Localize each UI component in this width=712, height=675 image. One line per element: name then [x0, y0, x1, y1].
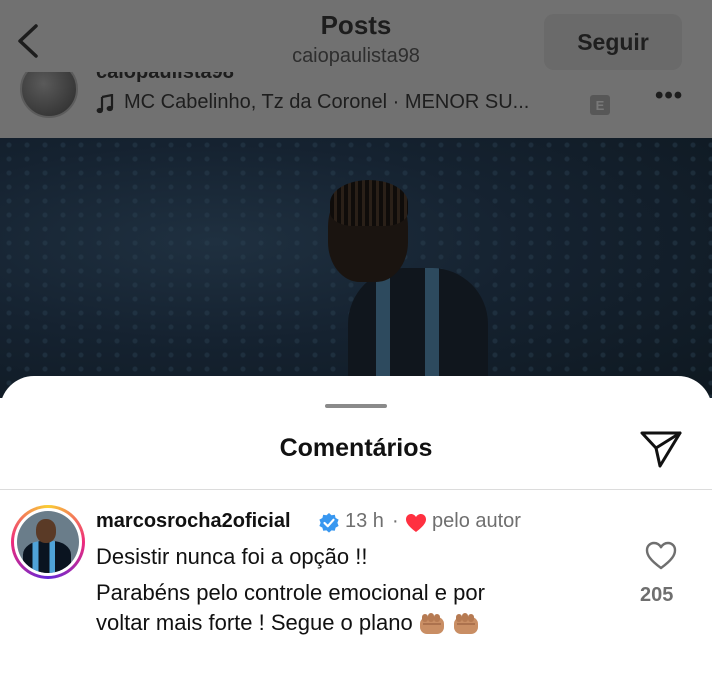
liked-by-author-label: pelo autor [432, 510, 521, 532]
post-header: caiopaulista98 MC Cabelinho, Tz da Coron… [0, 72, 712, 138]
avatar-photo [17, 511, 79, 573]
avatar[interactable] [20, 72, 78, 118]
like-count: 205 [640, 584, 674, 606]
heart-filled-icon [406, 514, 426, 532]
post-image[interactable] [0, 138, 712, 398]
heart-outline-icon[interactable] [645, 541, 677, 571]
music-note-icon [96, 94, 114, 114]
verified-badge-icon [319, 513, 339, 533]
top-bar: Posts caiopaulista98 Seguir [0, 0, 712, 72]
fist-bump-emoji-icon [419, 613, 444, 635]
player-hair [330, 180, 408, 226]
avatar-inner [14, 508, 82, 576]
comment-text-line: Desistir nunca foi a opção !! [96, 544, 368, 569]
follow-button[interactable]: Seguir [544, 14, 682, 70]
post-music-label[interactable]: MC Cabelinho, Tz da Coronel · MENOR SU..… [124, 91, 529, 114]
post-author-name[interactable]: caiopaulista98 [96, 72, 234, 84]
avatar-shirt [23, 541, 71, 573]
sheet-drag-handle[interactable] [325, 404, 387, 408]
comment-username[interactable]: marcosrocha2oficial [96, 510, 291, 533]
more-options-icon[interactable]: ••• [655, 82, 683, 110]
comment-text: voltar mais forte ! Segue o plano [96, 610, 413, 635]
comments-sheet: Comentários marcosrocha2oficial 13 h · p… [0, 376, 712, 675]
comment-text-line: Parabéns pelo controle emocional e por [96, 580, 485, 605]
send-icon[interactable] [638, 428, 684, 470]
comment-text-line-with-emoji: voltar mais forte ! Segue o plano [96, 610, 481, 637]
comment-time: 13 h [345, 510, 384, 532]
divider [0, 489, 712, 490]
comments-title: Comentários [279, 434, 433, 462]
meta-separator: · [392, 510, 399, 532]
avatar[interactable] [11, 505, 85, 579]
avatar-face [36, 519, 56, 543]
fist-bump-emoji-icon [453, 613, 478, 635]
explicit-badge: E [590, 95, 610, 115]
